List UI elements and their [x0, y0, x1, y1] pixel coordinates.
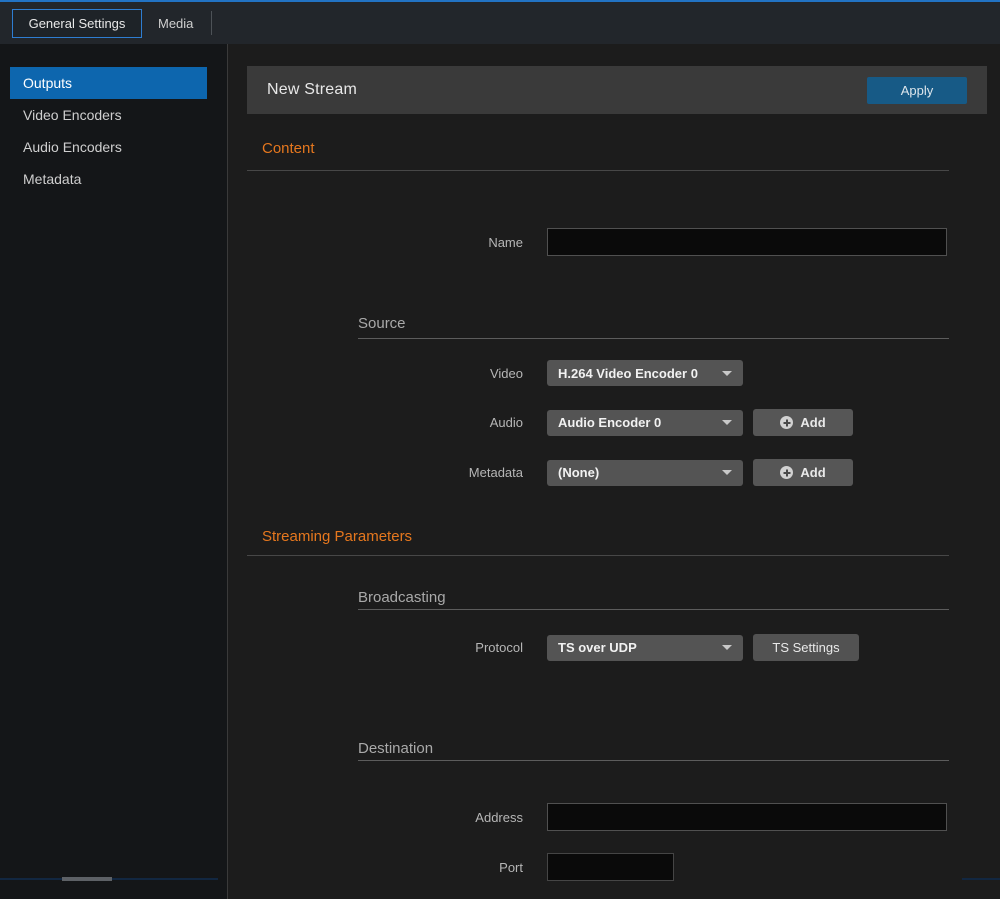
sidebar-horizontal-scrollbar[interactable]: [0, 878, 218, 880]
streaming-parameters-divider: [247, 555, 949, 556]
chevron-down-icon: [722, 371, 732, 376]
address-label: Address: [228, 810, 547, 825]
scrollbar-thumb[interactable]: [62, 877, 112, 881]
source-subsection-heading: Source: [358, 316, 1000, 332]
audio-source-dropdown[interactable]: Audio Encoder 0: [547, 410, 743, 436]
plus-circle-icon: [780, 416, 793, 429]
port-input[interactable]: [547, 853, 674, 881]
name-row: Name: [228, 228, 1000, 256]
audio-row: Audio Audio Encoder 0 Add: [228, 409, 1000, 436]
streaming-parameters-heading: Streaming Parameters: [262, 528, 1000, 546]
port-label: Port: [228, 860, 547, 875]
chevron-down-icon: [722, 470, 732, 475]
source-subsection-divider: [358, 338, 949, 339]
audio-label: Audio: [228, 415, 547, 430]
destination-subsection-heading: Destination: [358, 741, 1000, 757]
metadata-source-value: (None): [558, 465, 599, 480]
metadata-label: Metadata: [228, 465, 547, 480]
video-row: Video H.264 Video Encoder 0: [228, 360, 1000, 386]
video-source-value: H.264 Video Encoder 0: [558, 366, 698, 381]
sidebar-item-metadata[interactable]: Metadata: [10, 163, 207, 195]
tab-general-settings-label: General Settings: [29, 16, 126, 31]
broadcasting-subsection-heading: Broadcasting: [358, 590, 1000, 606]
address-row: Address: [228, 803, 1000, 831]
tab-divider: [211, 11, 212, 35]
content-section-divider: [247, 170, 949, 171]
add-metadata-label: Add: [800, 465, 825, 480]
apply-button[interactable]: Apply: [867, 77, 967, 104]
name-input[interactable]: [547, 228, 947, 256]
sidebar-item-outputs[interactable]: Outputs: [10, 67, 207, 99]
protocol-label: Protocol: [228, 640, 547, 655]
app-window: General Settings Media Outputs Video Enc…: [0, 0, 1000, 899]
broadcasting-subsection-divider: [358, 609, 949, 610]
page-title: New Stream: [267, 81, 357, 99]
sidebar-item-audio-encoders[interactable]: Audio Encoders: [10, 131, 207, 163]
video-source-dropdown[interactable]: H.264 Video Encoder 0: [547, 360, 743, 386]
bottom-right-scrollbar[interactable]: [962, 878, 1000, 880]
top-tab-bar: General Settings Media: [0, 2, 1000, 44]
tab-media-label: Media: [158, 16, 193, 31]
protocol-dropdown[interactable]: TS over UDP: [547, 635, 743, 661]
add-audio-button[interactable]: Add: [753, 409, 853, 436]
tab-media[interactable]: Media: [142, 9, 209, 38]
main-panel: New Stream Apply Content Name Source Vid…: [228, 44, 1000, 899]
sidebar: Outputs Video Encoders Audio Encoders Me…: [0, 44, 228, 899]
port-row: Port: [228, 853, 1000, 881]
destination-subsection-divider: [358, 760, 949, 761]
name-label: Name: [228, 235, 547, 250]
plus-circle-icon: [780, 466, 793, 479]
add-metadata-button[interactable]: Add: [753, 459, 853, 486]
address-input[interactable]: [547, 803, 947, 831]
chevron-down-icon: [722, 645, 732, 650]
panel-header: New Stream Apply: [247, 66, 987, 114]
metadata-source-dropdown[interactable]: (None): [547, 460, 743, 486]
chevron-down-icon: [722, 420, 732, 425]
sidebar-item-video-encoders[interactable]: Video Encoders: [10, 99, 207, 131]
video-label: Video: [228, 366, 547, 381]
metadata-row: Metadata (None) Add: [228, 459, 1000, 486]
content-section-heading: Content: [262, 140, 1000, 158]
protocol-value: TS over UDP: [558, 640, 637, 655]
protocol-row: Protocol TS over UDP TS Settings: [228, 634, 1000, 661]
audio-source-value: Audio Encoder 0: [558, 415, 661, 430]
add-audio-label: Add: [800, 415, 825, 430]
ts-settings-button[interactable]: TS Settings: [753, 634, 859, 661]
tab-general-settings[interactable]: General Settings: [12, 9, 142, 38]
